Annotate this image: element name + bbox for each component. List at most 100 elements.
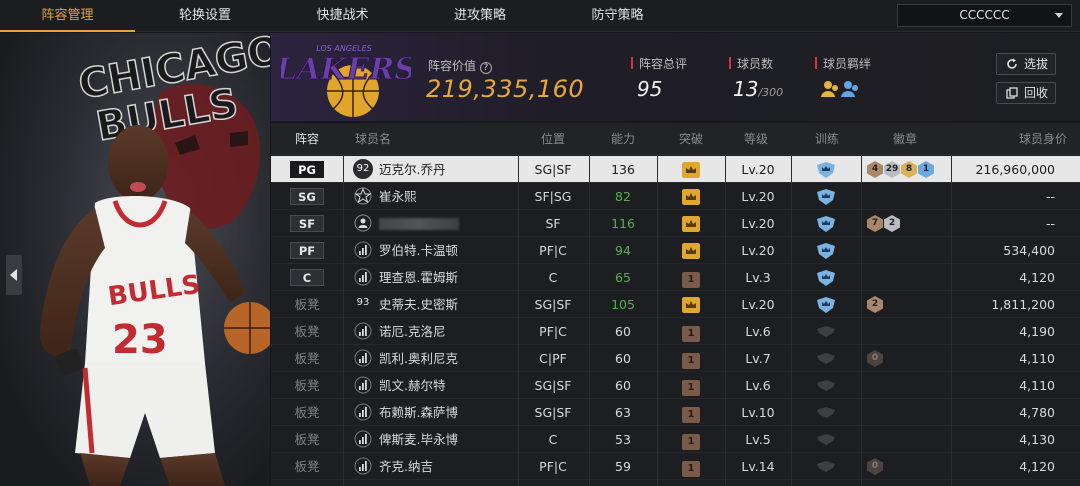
player-ability: 60: [615, 324, 631, 339]
table-row[interactable]: C 理查恩.霍姆斯 C 65 1 Lv.3 4,120: [271, 264, 1080, 291]
tab-rotation-settings[interactable]: 轮换设置: [135, 0, 275, 32]
player-count-label: 球员数: [737, 57, 774, 71]
chevron-down-icon: [1055, 13, 1063, 18]
table-row[interactable]: 板凳 诺厄.克洛尼 PF|C 60 1 Lv.6 4,190: [271, 318, 1080, 345]
breakthrough-level-badge: 1: [682, 272, 700, 288]
crown-gold-icon: [682, 297, 700, 313]
col-badges[interactable]: 徽章: [861, 123, 949, 155]
player-name[interactable]: 凯文.赫尔特: [379, 372, 514, 399]
training-shield-icon: [817, 243, 835, 259]
col-breakthrough[interactable]: 突破: [657, 123, 725, 155]
signal-bars-icon: [354, 403, 372, 421]
position-slot-badge: SG: [290, 188, 324, 205]
training-shield-icon: [817, 407, 835, 418]
signal-bars-icon: [354, 376, 372, 394]
player-ability: 60: [615, 351, 631, 366]
col-position[interactable]: 位置: [521, 123, 585, 155]
table-row[interactable]: PF 罗伯特.卡温顿 PF|C 94 Lv.20 534,400: [271, 237, 1080, 264]
table-row[interactable]: 板凳 布赖斯.森萨博 SG|SF 63 1 Lv.10 4,780: [271, 399, 1080, 426]
table-row[interactable]: SG 崔永熙 SF|SG 82 Lv.20 --: [271, 183, 1080, 210]
player-value: 4,190: [1019, 324, 1055, 339]
player-rating-icon: 92: [353, 159, 373, 179]
player-level: Lv.7: [745, 351, 771, 366]
tab-defense-strategy[interactable]: 防守策略: [550, 0, 685, 32]
position-slot-badge: C: [290, 269, 324, 286]
player-level: Lv.5: [745, 432, 771, 447]
col-training[interactable]: 训练: [797, 123, 857, 155]
previous-player-arrow-icon[interactable]: [6, 255, 22, 295]
player-name[interactable]: 罗伯特.卡温顿: [379, 237, 514, 264]
tab-quick-tactics[interactable]: 快捷战术: [275, 0, 410, 32]
table-row[interactable]: 板凳 93 史蒂夫.史密斯 SG|SF 105 Lv.20 2 1,811,200: [271, 291, 1080, 318]
breakthrough-level-badge: 1: [682, 326, 700, 342]
table-row[interactable]: 板凳 俾斯麦.毕永博 C 53 1 Lv.5 4,130: [271, 426, 1080, 453]
player-level: Lv.10: [741, 405, 775, 420]
col-level[interactable]: 等级: [725, 123, 787, 155]
training-shield-icon: [817, 189, 835, 205]
table-row[interactable]: PG 92 迈克尔.乔丹 SG|SF 136 Lv.20 4 29 8 1 216,960,000: [271, 156, 1080, 183]
badge-medal: 0: [867, 458, 883, 475]
badge-medal: 29: [884, 161, 900, 178]
player-value: 4,780: [1019, 405, 1055, 420]
position-slot-badge: PG: [290, 161, 324, 178]
col-player-value[interactable]: 球员身价: [953, 123, 1067, 155]
crown-gold-icon: [682, 189, 700, 205]
select-button-label: 选拔: [1024, 57, 1049, 71]
lineup-summary: LOS ANGELES LAKERS 阵容价值 ? 219,335,160 阵容…: [271, 33, 1080, 121]
player-name[interactable]: 迈克尔.乔丹: [379, 156, 514, 183]
bond-blue-icon: [841, 81, 858, 97]
player-name[interactable]: 俾斯麦.毕永博: [379, 426, 514, 453]
recycle-button[interactable]: 回收: [996, 82, 1056, 104]
table-row[interactable]: 板凳 齐克.纳吉 PF|C 59 1 Lv.14 0 4,120: [271, 453, 1080, 480]
training-shield-icon: [817, 162, 835, 178]
player-value: 4,120: [1019, 270, 1055, 285]
lineup-rating: 95: [637, 77, 663, 101]
player-name[interactable]: 诺厄.克洛尼: [379, 318, 514, 345]
player-name[interactable]: 凯利.奥利尼克: [379, 345, 514, 372]
table-row[interactable]: 板凳 凯利.奥利尼克 C|PF 60 1 Lv.7 0 4,110: [271, 345, 1080, 372]
player-name[interactable]: 布赖斯.森萨博: [379, 399, 514, 426]
help-icon[interactable]: ?: [479, 62, 492, 74]
select-button[interactable]: 选拔: [996, 53, 1056, 75]
training-shield-icon: [817, 297, 835, 313]
player-value: 4,110: [1019, 378, 1055, 393]
player-ability: 136: [611, 162, 635, 177]
player-ability: 65: [615, 270, 631, 285]
tab-lineup-management[interactable]: 阵容管理: [0, 0, 135, 32]
bench-label: 板凳: [294, 432, 320, 447]
tab-offense-strategy[interactable]: 进攻策略: [410, 0, 550, 32]
recycle-button-label: 回收: [1024, 86, 1049, 100]
player-position: PF|C: [539, 324, 567, 339]
player-name[interactable]: 崔永熙: [379, 183, 514, 210]
training-shield-icon: [817, 380, 835, 391]
badge-medal: 4: [867, 161, 883, 178]
player-value: 4,110: [1019, 351, 1055, 366]
badge-medal: 7: [867, 215, 883, 232]
player-level: Lv.6: [745, 324, 771, 339]
training-shield-icon: [817, 326, 835, 337]
player-level: Lv.20: [741, 216, 775, 231]
star-icon: [354, 187, 372, 205]
featured-player-art: CHICAGO BULLS BULLS 23: [39, 33, 270, 486]
table-row[interactable]: 板凳 凯文.赫尔特 SG|SF 60 1 Lv.6 4,110: [271, 372, 1080, 399]
signal-bars-icon: [354, 430, 372, 448]
table-row[interactable]: SF SF 116 Lv.20 7 2 --: [271, 210, 1080, 237]
breakthrough-level-badge: 1: [682, 353, 700, 369]
player-value: 216,960,000: [975, 162, 1055, 177]
player-ability: 63: [615, 405, 631, 420]
team-dropdown[interactable]: CCCCCC: [897, 4, 1072, 27]
player-bonds-icons[interactable]: [820, 79, 864, 99]
signal-bars-icon: [354, 349, 372, 367]
player-ability: 82: [615, 189, 631, 204]
player-level: Lv.14: [741, 459, 775, 474]
player-name[interactable]: 理查恩.霍姆斯: [379, 264, 514, 291]
jersey-number: 23: [112, 317, 168, 363]
col-player-name[interactable]: 球员名: [343, 123, 503, 155]
col-slot[interactable]: 阵容: [271, 123, 343, 155]
player-name[interactable]: 齐克.纳吉: [379, 453, 514, 480]
position-slot-badge: PF: [290, 242, 324, 259]
player-level: Lv.20: [741, 162, 775, 177]
player-name[interactable]: 史蒂夫.史密斯: [379, 291, 514, 318]
player-value: 4,120: [1019, 459, 1055, 474]
col-ability[interactable]: 能力: [589, 123, 657, 155]
